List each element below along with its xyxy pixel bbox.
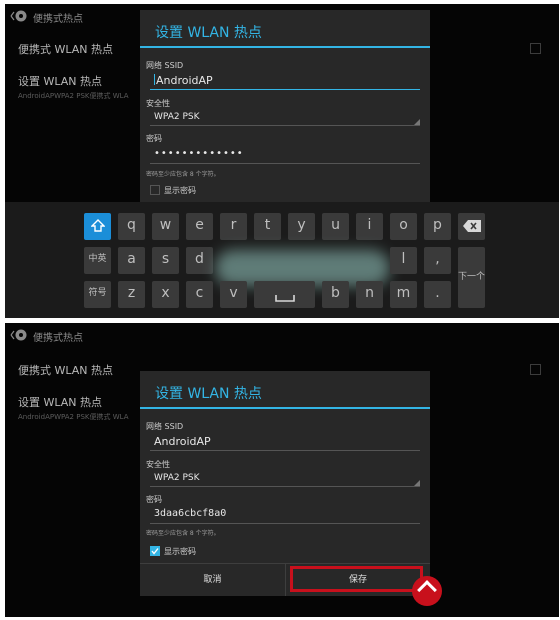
password-input[interactable]: •••••••••••••	[150, 146, 420, 164]
wlan-hotspot-dialog: 设置 WLAN 热点 网络 SSID AndroidAP 安全性 WPA2 PS…	[140, 371, 442, 606]
show-password-checkbox[interactable]	[150, 546, 160, 556]
backspace-icon	[462, 220, 481, 232]
setting-configure-hotspot[interactable]: 设置 WLAN 热点 AndroidAPWPA2 PSK便携式 WLA	[18, 394, 129, 422]
checkmark-icon	[151, 548, 159, 555]
select-underline	[150, 486, 420, 487]
security-label: 安全性	[146, 460, 170, 469]
screenshot-typing-password: 便携式热点 便携式 WLAN 热点 设置 WLAN 热点 AndroidAPWP…	[5, 4, 559, 318]
key-v[interactable]: v	[220, 281, 247, 308]
ssid-input[interactable]: AndroidAP	[150, 72, 420, 90]
save-button-highlight-box	[290, 566, 423, 592]
setting-portable-hotspot[interactable]: 便携式 WLAN 热点	[18, 362, 113, 378]
app-title: 便携式热点	[33, 14, 83, 25]
security-select[interactable]: WPA2 PSK	[150, 110, 420, 126]
ssid-value: AndroidAP	[156, 74, 213, 87]
key-b[interactable]: b	[322, 281, 349, 308]
settings-gear-icon[interactable]	[9, 7, 29, 25]
setting-subtitle: AndroidAPWPA2 PSK便携式 WLA	[18, 92, 129, 100]
input-underline	[150, 163, 420, 164]
security-label: 安全性	[146, 99, 170, 108]
setting-subtitle: AndroidAPWPA2 PSK便携式 WLA	[18, 413, 129, 421]
dialog-button-bar: 取消 保存	[140, 563, 442, 606]
input-underline	[150, 89, 420, 90]
soft-keyboard: q w e r t y u i o p 中英 a s d l , 下一个 符号 …	[5, 202, 559, 318]
setting-title: 设置 WLAN 热点	[18, 396, 103, 409]
app-bar: 便携式热点	[5, 323, 559, 347]
key-comma[interactable]: ,	[424, 247, 451, 274]
setting-title: 设置 WLAN 热点	[18, 75, 103, 88]
settings-gear-icon[interactable]	[9, 326, 29, 344]
security-value: WPA2 PSK	[154, 112, 200, 122]
shift-key[interactable]	[84, 213, 111, 240]
key-z[interactable]: z	[118, 281, 145, 308]
key-d[interactable]: d	[186, 247, 213, 274]
cancel-button[interactable]: 取消	[140, 564, 286, 596]
app-title: 便携式热点	[33, 333, 83, 344]
show-password-label: 显示密码	[164, 547, 196, 556]
password-value: •••••••••••••	[154, 148, 244, 159]
input-underline	[150, 450, 420, 451]
ssid-input[interactable]: AndroidAP	[150, 433, 420, 451]
setting-title: 便携式 WLAN 热点	[18, 43, 114, 56]
setting-portable-hotspot[interactable]: 便携式 WLAN 热点	[18, 41, 113, 57]
key-c[interactable]: c	[186, 281, 213, 308]
shift-up-arrow-icon	[89, 219, 106, 232]
password-label: 密码	[146, 134, 162, 143]
password-value: 3daa6cbcf8a0	[154, 508, 227, 519]
next-key[interactable]: 下一个	[458, 247, 485, 308]
key-n[interactable]: n	[356, 281, 383, 308]
space-bar-icon	[274, 295, 295, 302]
text-cursor	[154, 74, 155, 85]
key-p[interactable]: p	[424, 213, 451, 240]
input-underline	[150, 523, 420, 524]
key-x[interactable]: x	[152, 281, 179, 308]
setting-configure-hotspot[interactable]: 设置 WLAN 热点 AndroidAPWPA2 PSK便携式 WLA	[18, 73, 129, 101]
wlan-hotspot-dialog: 设置 WLAN 热点 网络 SSID AndroidAP 安全性 WPA2 PS…	[140, 10, 430, 202]
setting-title: 便携式 WLAN 热点	[18, 364, 114, 377]
key-r[interactable]: r	[220, 213, 247, 240]
key-s[interactable]: s	[152, 247, 179, 274]
show-password-checkbox[interactable]	[150, 185, 160, 195]
dialog-title: 设置 WLAN 热点	[155, 386, 262, 402]
key-a[interactable]: a	[118, 247, 145, 274]
dialog-title: 设置 WLAN 热点	[155, 25, 262, 41]
password-input[interactable]: 3daa6cbcf8a0	[150, 506, 420, 524]
security-select[interactable]: WPA2 PSK	[150, 471, 420, 487]
key-symbols[interactable]: 符号	[84, 281, 111, 308]
key-i[interactable]: i	[356, 213, 383, 240]
key-q[interactable]: q	[118, 213, 145, 240]
key-w[interactable]: w	[152, 213, 179, 240]
key-t[interactable]: t	[254, 213, 281, 240]
key-chinese-english[interactable]: 中英	[84, 247, 111, 274]
ssid-label: 网络 SSID	[146, 61, 184, 70]
dialog-title-divider	[140, 407, 430, 409]
ssid-label: 网络 SSID	[146, 422, 184, 431]
ssid-value: AndroidAP	[154, 435, 211, 448]
key-m[interactable]: m	[390, 281, 417, 308]
key-o[interactable]: o	[390, 213, 417, 240]
hotspot-toggle-checkbox[interactable]	[530, 364, 541, 375]
dialog-title-divider	[140, 46, 430, 48]
security-value: WPA2 PSK	[154, 473, 200, 483]
screenshot-password-shown: 便携式热点 便携式 WLAN 热点 设置 WLAN 热点 AndroidAPWP…	[5, 323, 559, 617]
backspace-key[interactable]	[458, 213, 485, 240]
password-hint: 密码至少应包含 8 个字符。	[146, 530, 220, 537]
show-password-label: 显示密码	[164, 186, 196, 195]
key-u[interactable]: u	[322, 213, 349, 240]
password-hint: 密码至少应包含 8 个字符。	[146, 171, 220, 178]
watermark-logo-icon	[412, 576, 442, 606]
password-label: 密码	[146, 495, 162, 504]
select-underline	[150, 125, 420, 126]
key-e[interactable]: e	[186, 213, 213, 240]
space-key[interactable]	[254, 281, 315, 308]
key-period[interactable]: .	[424, 281, 451, 308]
hotspot-toggle-checkbox[interactable]	[530, 43, 541, 54]
key-l[interactable]: l	[390, 247, 417, 274]
key-y[interactable]: y	[288, 213, 315, 240]
